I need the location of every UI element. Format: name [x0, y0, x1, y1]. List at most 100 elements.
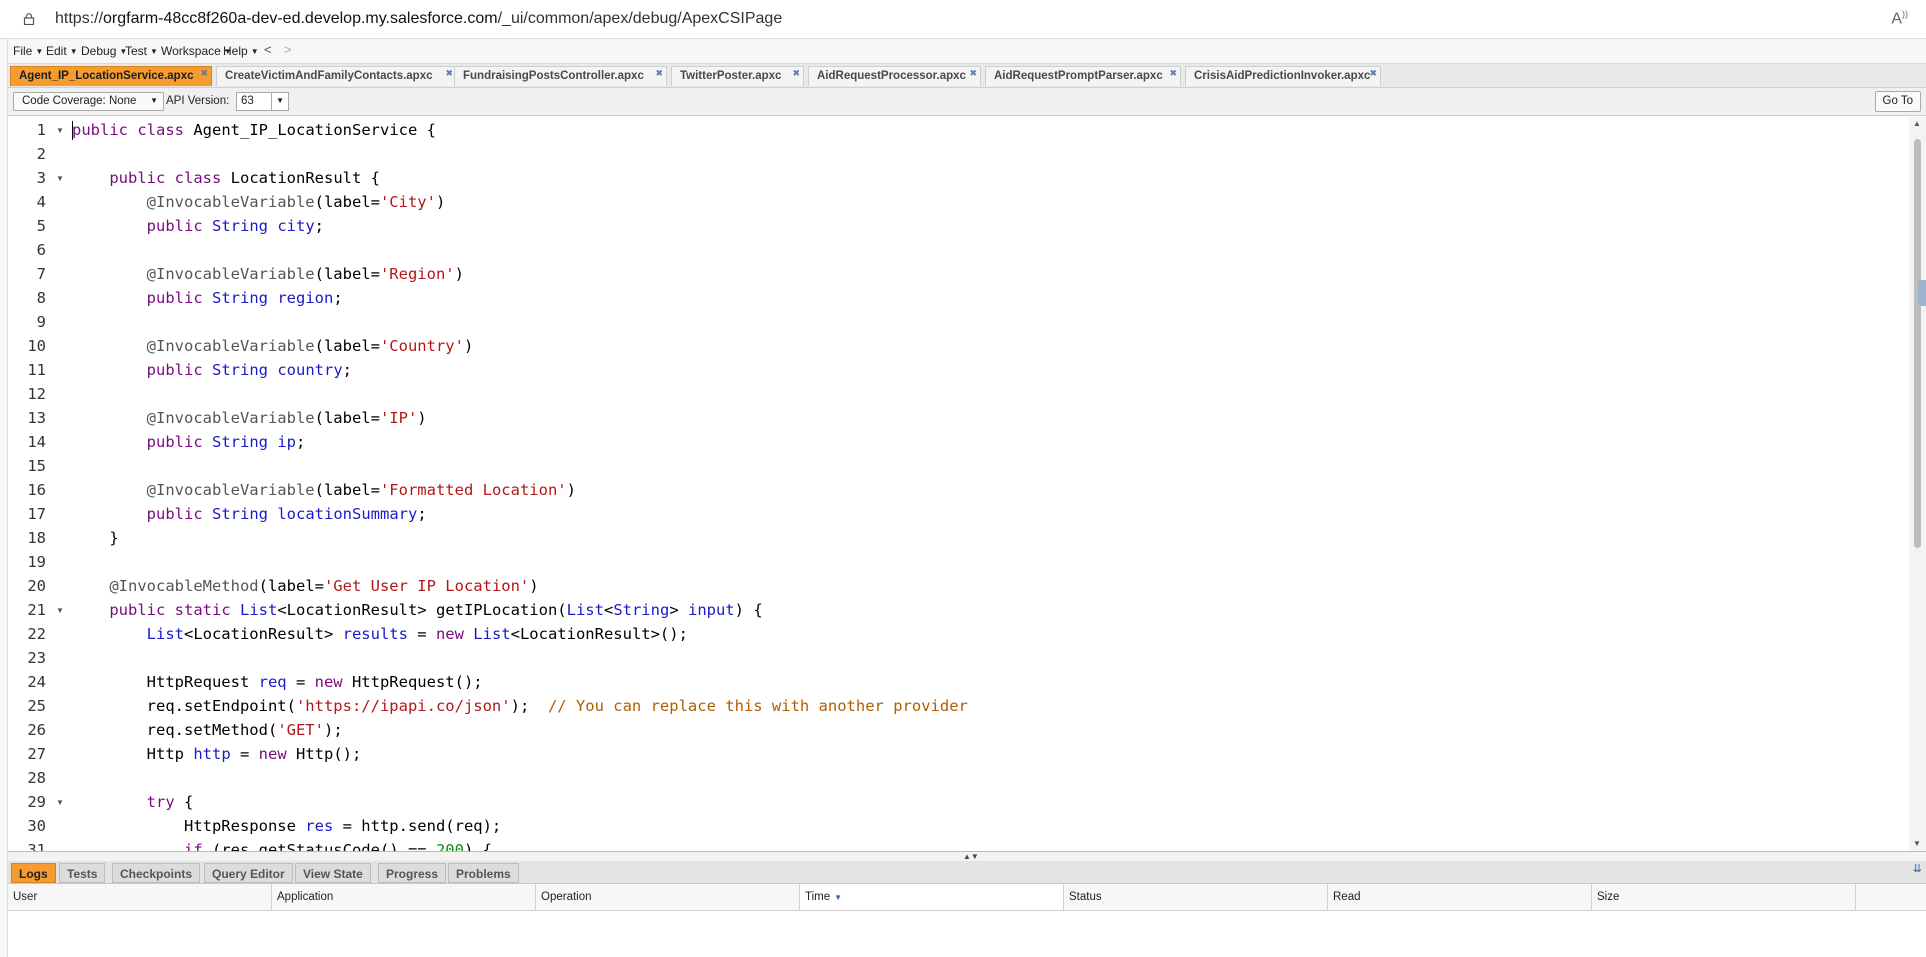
address-bar[interactable]: https://orgfarm-48cc8f260a-dev-ed.develo… [0, 0, 1926, 39]
window-left-edge [0, 39, 8, 957]
code-line: req.setEndpoint('https://ipapi.co/json')… [72, 697, 968, 715]
tab-problems[interactable]: Problems [448, 863, 519, 883]
chevron-down-icon: ▼ [150, 96, 158, 105]
column-header-size[interactable]: Size [1592, 884, 1856, 910]
column-header-read[interactable]: Read [1328, 884, 1592, 910]
close-icon[interactable]: ✖ [792, 68, 800, 79]
column-header-time[interactable]: Time ▼ [800, 884, 1064, 910]
panel-splitter[interactable]: ▲▼ [8, 852, 1926, 861]
tab-checkpoints[interactable]: Checkpoints [112, 863, 201, 883]
scroll-down-icon[interactable]: ▼ [1913, 839, 1921, 848]
line-number: 16 [27, 481, 46, 499]
chevron-down-icon: ▼ [35, 47, 44, 56]
line-number: 3 [36, 169, 46, 187]
close-icon[interactable]: ✖ [200, 68, 208, 79]
line-number: 14 [27, 433, 46, 451]
line-number-gutter: 1 ▼ 2 3 ▼ 4 5 6 7 8 9 10 11 12 13 14 15 16 17 18 19 20 21 ▼ 22 23… [8, 117, 66, 851]
line-number: 8 [36, 289, 46, 307]
menu-workspace[interactable]: Workspace ▼ [161, 44, 232, 58]
line-number: 17 [27, 505, 46, 523]
code-line: public static List<LocationResult> getIP… [109, 601, 763, 619]
code-line: public class Agent_IP_LocationService { [72, 121, 436, 139]
scrollbar-thumb[interactable] [1914, 139, 1921, 548]
chevron-down-icon: ▼ [69, 47, 78, 56]
menu-edit[interactable]: Edit ▼ [46, 44, 78, 58]
line-number: 20 [27, 577, 46, 595]
fold-toggle-icon[interactable]: ▼ [56, 606, 64, 615]
code-line: HttpRequest req = new HttpRequest(); [72, 673, 483, 691]
sort-desc-icon: ▼ [834, 893, 843, 902]
code-editor[interactable]: 1 ▼ 2 3 ▼ 4 5 6 7 8 9 10 11 12 13 14 15 16 17 18 19 20 21 ▼ 22 23… [8, 117, 1926, 852]
line-number: 24 [27, 673, 46, 691]
close-icon[interactable]: ✖ [1369, 68, 1377, 79]
code-line: if (res.getStatusCode() == 200) { [183, 841, 492, 852]
side-panel-handle[interactable] [1918, 280, 1926, 306]
logs-table-body [8, 911, 1926, 957]
reader-mode-icon[interactable]: A)) [1891, 9, 1908, 28]
tab-createvictimandfamilycontacts[interactable]: CreateVictimAndFamilyContacts.apxc ✖ [216, 66, 457, 86]
collapse-panel-icon[interactable]: ⇊ [1913, 862, 1922, 875]
url-path: /_ui/common/apex/debug/ApexCSIPage [497, 10, 783, 27]
close-icon[interactable]: ✖ [1169, 68, 1177, 79]
api-version-select[interactable]: 63 ▼ [236, 92, 289, 111]
tab-fundraisingpostscontroller[interactable]: FundraisingPostsController.apxc ✖ [454, 66, 667, 86]
column-header-status[interactable]: Status [1064, 884, 1328, 910]
tab-crisisaidpredictioninvoker[interactable]: CrisisAidPredictionInvoker.apxc ✖ [1185, 66, 1381, 86]
logs-table-header: User Application Operation Time ▼ Status … [8, 884, 1926, 911]
fold-toggle-icon[interactable]: ▼ [56, 798, 64, 807]
line-number: 13 [27, 409, 46, 427]
editor-toolbar: Code Coverage: None ▼ API Version: 63 ▼ Go… [8, 88, 1926, 116]
url-prefix: https:// [55, 10, 104, 27]
line-number: 27 [27, 745, 46, 763]
code-line: List<LocationResult> results = new List<… [146, 625, 688, 643]
fold-toggle-icon[interactable]: ▼ [56, 174, 64, 183]
code-line: @InvocableVariable(label='Region') [146, 265, 464, 283]
code-line: public String region; [146, 289, 343, 307]
tab-twitterposter[interactable]: TwitterPoster.apxc ✖ [671, 66, 804, 86]
tab-logs[interactable]: Logs [11, 863, 56, 883]
api-version-label: API Version: [166, 95, 230, 107]
url-text[interactable]: https://orgfarm-48cc8f260a-dev-ed.develo… [55, 10, 782, 28]
tab-tests[interactable]: Tests [59, 863, 106, 883]
tab-agent-ip-locationservice[interactable]: Agent_IP_LocationService.apxc ✖ [10, 66, 212, 86]
code-line: public String ip; [146, 433, 306, 451]
line-number: 19 [27, 553, 46, 571]
back-arrow-icon[interactable]: < [264, 42, 272, 57]
code-line: @InvocableVariable(label='City') [146, 193, 446, 211]
vertical-scrollbar[interactable]: ▲ ▼ [1909, 117, 1926, 851]
line-number: 29 [27, 793, 46, 811]
line-number: 10 [27, 337, 46, 355]
lock-icon [23, 13, 35, 25]
line-number: 26 [27, 721, 46, 739]
go-to-button[interactable]: Go To [1874, 91, 1921, 112]
forward-arrow-icon[interactable]: > [284, 42, 292, 57]
column-header-operation[interactable]: Operation [536, 884, 800, 910]
line-number: 7 [36, 265, 46, 283]
code-line: } [72, 529, 119, 547]
menu-test[interactable]: Test ▼ [125, 44, 158, 58]
column-header-application[interactable]: Application [272, 884, 536, 910]
menu-debug[interactable]: Debug ▼ [81, 44, 127, 58]
code-line: public String locationSummary; [146, 505, 427, 523]
code-line: @InvocableVariable(label='Country') [146, 337, 474, 355]
code-line: public String country; [146, 361, 353, 379]
close-icon[interactable]: ✖ [445, 68, 453, 79]
code-line: Http http = new Http(); [72, 745, 362, 763]
resize-grip-icon[interactable]: ▲▼ [963, 852, 979, 861]
tab-query-editor[interactable]: Query Editor [204, 863, 293, 883]
column-header-user[interactable]: User [8, 884, 272, 910]
tab-view-state[interactable]: View State [295, 863, 371, 883]
fold-toggle-icon[interactable]: ▼ [56, 126, 64, 135]
close-icon[interactable]: ✖ [969, 68, 977, 79]
tab-aidrequestprocessor[interactable]: AidRequestProcessor.apxc ✖ [808, 66, 981, 86]
line-number: 2 [36, 145, 46, 163]
scroll-up-icon[interactable]: ▲ [1913, 119, 1921, 128]
tab-aidrequestpromptparser[interactable]: AidRequestPromptParser.apxc ✖ [985, 66, 1181, 86]
code-coverage-dropdown[interactable]: Code Coverage: None ▼ [13, 92, 164, 111]
bottom-panel-tabs: Logs Tests Checkpoints Query Editor View… [8, 861, 1926, 884]
menu-help[interactable]: Help ▼ [223, 44, 259, 58]
close-icon[interactable]: ✖ [655, 68, 663, 79]
menu-file[interactable]: File ▼ [13, 44, 43, 58]
tab-progress[interactable]: Progress [378, 863, 447, 883]
line-number: 11 [27, 361, 46, 379]
